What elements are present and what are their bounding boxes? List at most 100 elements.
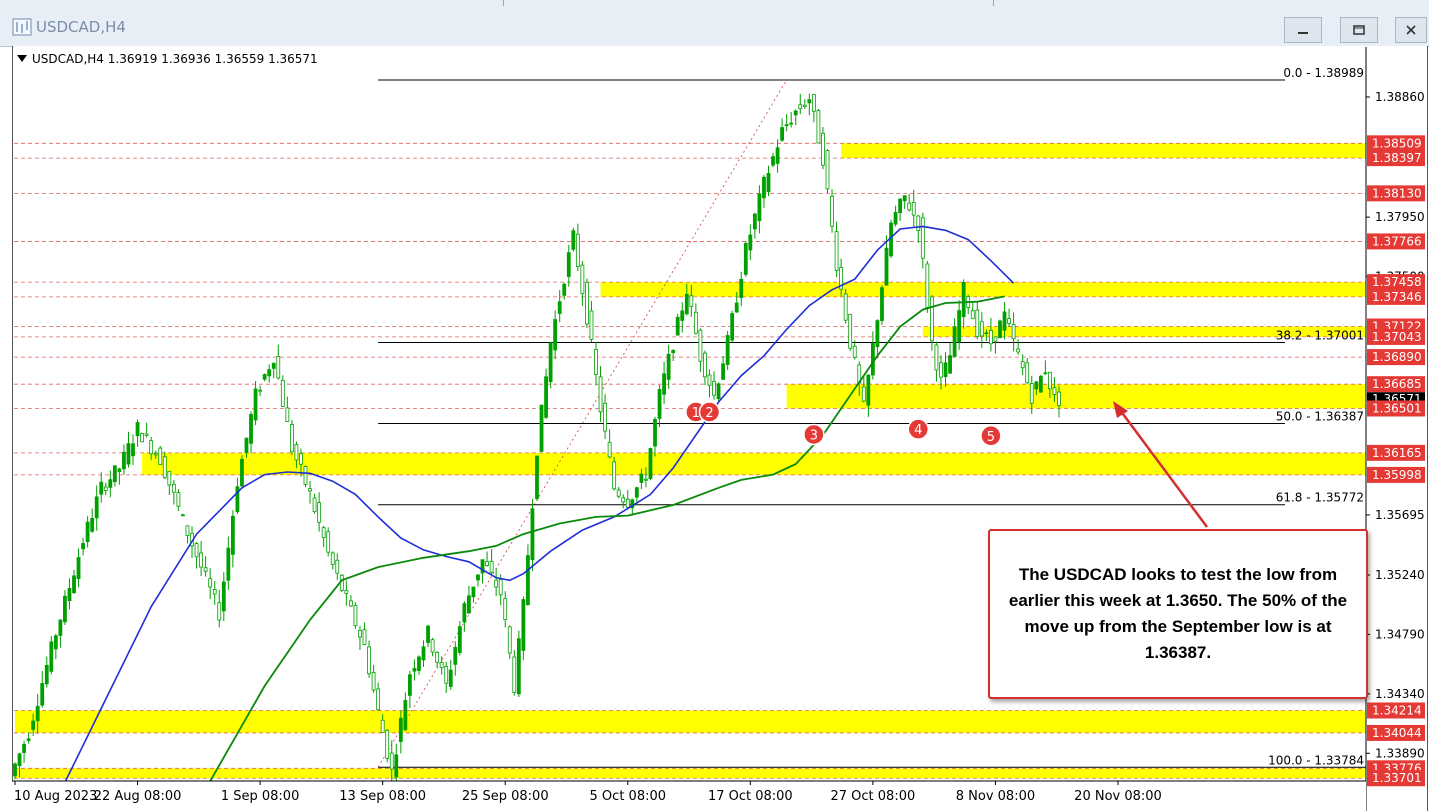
candle-body: [426, 625, 430, 643]
candle-body: [539, 404, 544, 452]
price-level-tag-label: 1.38509: [1372, 136, 1422, 150]
candle-body: [1038, 375, 1043, 393]
price-level-tag-label: 1.38397: [1372, 151, 1422, 165]
candle-body: [562, 283, 567, 296]
candle-body: [516, 638, 521, 695]
candle-body: [153, 453, 158, 456]
price-level-tag-label: 1.35998: [1372, 468, 1422, 482]
price-level-tag-label: 1.36685: [1372, 377, 1422, 391]
candle-body: [462, 603, 467, 623]
candle-body: [530, 508, 535, 561]
candle-body: [639, 473, 644, 483]
price-tick-label: 1.33890: [1375, 746, 1425, 760]
candle-body: [221, 581, 226, 612]
candle-body: [358, 629, 362, 638]
candle-body: [67, 588, 72, 602]
candle-body: [775, 147, 780, 164]
candle-body: [122, 451, 126, 470]
time-tick-label: 10 Aug 2023: [14, 789, 97, 804]
candle-body: [648, 448, 653, 480]
candle-body: [53, 635, 58, 650]
candle-body: [140, 433, 144, 443]
candle-body: [693, 311, 698, 334]
candle-body: [585, 282, 589, 325]
candle-body: [621, 497, 626, 503]
support-resistance-zone: [142, 452, 1367, 475]
candle-body: [403, 700, 408, 731]
candle-body: [149, 440, 154, 455]
candle-body: [103, 486, 108, 491]
candle-body: [943, 362, 948, 378]
candle-body: [367, 646, 371, 675]
candle-body: [961, 282, 966, 318]
candle-body: [240, 458, 244, 487]
candle-body: [507, 626, 512, 654]
support-resistance-zone: [841, 143, 1366, 159]
candle-body: [616, 489, 621, 497]
candle-body: [444, 666, 449, 684]
candle-body: [939, 362, 943, 378]
candle-body: [703, 352, 707, 378]
candle-body: [280, 380, 285, 407]
candle-body: [575, 233, 580, 267]
candle-body: [408, 674, 412, 696]
candle-body: [376, 688, 381, 711]
candle-body: [798, 104, 803, 110]
candle-body: [884, 247, 889, 286]
candle-body: [739, 278, 744, 299]
candle-body: [90, 518, 95, 532]
candle-body: [607, 441, 612, 458]
candle-body: [680, 310, 685, 321]
candle-body: [380, 719, 385, 733]
price-level-tag-label: 1.36501: [1372, 401, 1422, 415]
annotation-box: The USDCAD looks to test the low from ea…: [988, 529, 1368, 699]
candle-body: [308, 488, 312, 492]
candle-body: [312, 497, 317, 513]
candle-body: [435, 652, 440, 663]
candle-body: [784, 124, 789, 127]
candle-body: [566, 252, 571, 277]
candle-body: [249, 413, 253, 444]
candle-body: [144, 433, 149, 436]
collapse-triangle-icon[interactable]: [17, 55, 27, 62]
candle-body: [135, 422, 140, 437]
candle-body: [752, 213, 757, 230]
candle-body: [548, 342, 553, 383]
fibonacci-level-label: 100.0 - 1.33784: [1268, 753, 1364, 767]
candle-body: [267, 369, 272, 377]
candle-body: [417, 656, 421, 671]
candle-body: [285, 407, 290, 422]
candle-body: [158, 447, 163, 465]
candle-body: [258, 389, 263, 392]
swing-low-marker-label: 2: [705, 406, 713, 421]
candle-body: [880, 287, 884, 321]
candle-body: [712, 380, 716, 396]
price-level-tag-label: 1.34044: [1372, 726, 1422, 740]
candle-body: [208, 578, 213, 588]
candle-body: [662, 373, 666, 395]
candle-body: [1043, 372, 1048, 375]
candle-body: [898, 198, 903, 214]
candle-body: [948, 355, 952, 374]
candle-body: [825, 150, 830, 190]
price-level-tag-label: 1.36165: [1372, 446, 1422, 460]
candle-body: [993, 336, 998, 342]
candle-body: [1002, 311, 1007, 331]
candle-body: [167, 471, 172, 486]
candle-body: [171, 483, 176, 493]
candle-body: [467, 595, 471, 614]
candle-body: [1029, 383, 1034, 404]
candle-body: [625, 498, 630, 508]
candle-body: [244, 437, 249, 453]
candle-body: [49, 641, 54, 672]
candle-body: [793, 110, 798, 116]
candle-body: [362, 629, 367, 645]
candle-body: [757, 193, 762, 222]
candle-body: [131, 443, 135, 457]
candle-body: [716, 383, 721, 400]
candle-body: [448, 669, 453, 687]
candle-body: [743, 243, 748, 275]
candle-body: [907, 202, 912, 211]
time-tick-label: 20 Nov 08:00: [1074, 789, 1162, 804]
candle-body: [1007, 318, 1011, 324]
